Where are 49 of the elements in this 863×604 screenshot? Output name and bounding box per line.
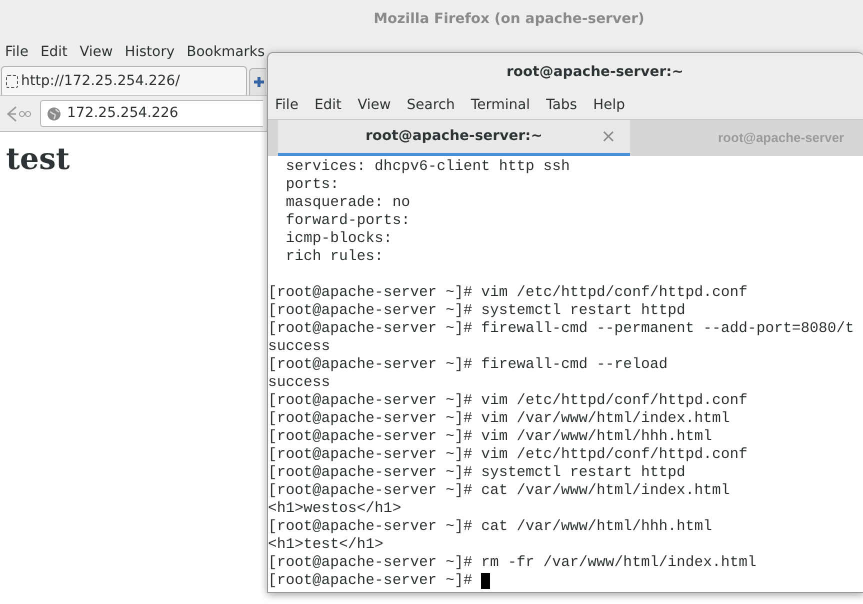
terminal-line: ports: — [284, 176, 340, 194]
menu-item[interactable]: File — [5, 42, 28, 62]
terminal-line: success — [268, 374, 330, 392]
menu-item[interactable]: Bookmarks — [186, 42, 265, 62]
terminal-line: success — [268, 338, 330, 356]
terminal-line: [root@apache-server ~]# cat /var/www/html/hhh.html — [268, 518, 712, 536]
menu-item[interactable]: Edit — [40, 42, 68, 62]
terminal-line: [root@apache-server ~]# vim /var/www/html/hhh.html — [268, 428, 712, 446]
terminal-line: [root@apache-server ~]# vim /etc/httpd/conf/httpd.conf — [268, 446, 748, 464]
new-tab-button[interactable] — [249, 68, 266, 95]
menu-item[interactable]: Search — [406, 94, 455, 116]
url-field[interactable]: 172.25.254.226 — [40, 100, 263, 127]
terminal-line: [root@apache-server ~]# systemctl restart httpd — [268, 302, 686, 320]
menu-item[interactable]: Terminal — [470, 94, 530, 116]
terminal-cursor — [481, 573, 490, 589]
terminal-tab[interactable]: root@apache-server:~ × — [278, 120, 630, 156]
menu-item[interactable]: View — [358, 94, 391, 116]
terminal-line: [root@apache-server ~]# vim /etc/httpd/conf/httpd.conf — [268, 392, 748, 410]
back-arrow-icon[interactable] — [4, 104, 32, 124]
terminal-line: masquerade: no — [284, 194, 410, 212]
browser-tab[interactable]: http://172.25.254.226/ — [1, 66, 247, 95]
page-heading: test — [6, 142, 70, 178]
terminal-line: [root@apache-server ~]# firewall-cmd --reload — [268, 356, 668, 374]
menu-item[interactable]: File — [275, 94, 298, 116]
plus-icon — [253, 76, 265, 88]
terminal-line: <h1>test</h1> — [268, 536, 384, 554]
menu-item[interactable]: Edit — [314, 94, 342, 116]
terminal-line: [root@apache-server ~]# systemctl restart httpd — [268, 464, 686, 482]
terminal-line: [root@apache-server ~]# cat /var/www/html/index.html — [268, 482, 730, 500]
terminal-line: [root@apache-server ~]# vim /var/www/html/index.html — [268, 410, 730, 428]
menu-item[interactable]: View — [80, 42, 113, 62]
page-icon — [6, 74, 18, 88]
terminal-line: services: dhcpv6-client http ssh — [284, 158, 570, 176]
globe-icon — [47, 106, 61, 120]
menu-item[interactable]: History — [124, 42, 175, 62]
window-title: Mozilla Firefox (on apache-server) — [374, 10, 644, 28]
tab-label: root@apache-server — [718, 129, 844, 148]
terminal-line: [root@apache-server ~]# firewall-cmd --permanent --add-port=8080/t — [268, 320, 854, 338]
terminal-line: <h1>westos</h1> — [268, 500, 402, 518]
menu-item[interactable]: Tabs — [546, 94, 578, 116]
terminal-line: [root@apache-server ~]# rm -fr /var/www/html/index.html — [268, 554, 756, 572]
terminal-line: [root@apache-server ~]# vim /etc/httpd/conf/httpd.conf — [268, 284, 748, 302]
terminal-line: forward-ports: — [284, 212, 410, 230]
terminal-line: rich rules: — [284, 248, 384, 266]
tab-label: root@apache-server:~ — [366, 127, 542, 146]
terminal-line: icmp-blocks: — [284, 230, 392, 248]
terminal-line: [root@apache-server ~]# — [268, 572, 474, 590]
menu-item[interactable]: Help — [593, 94, 625, 116]
window-title: root@apache-server:~ — [506, 62, 684, 82]
